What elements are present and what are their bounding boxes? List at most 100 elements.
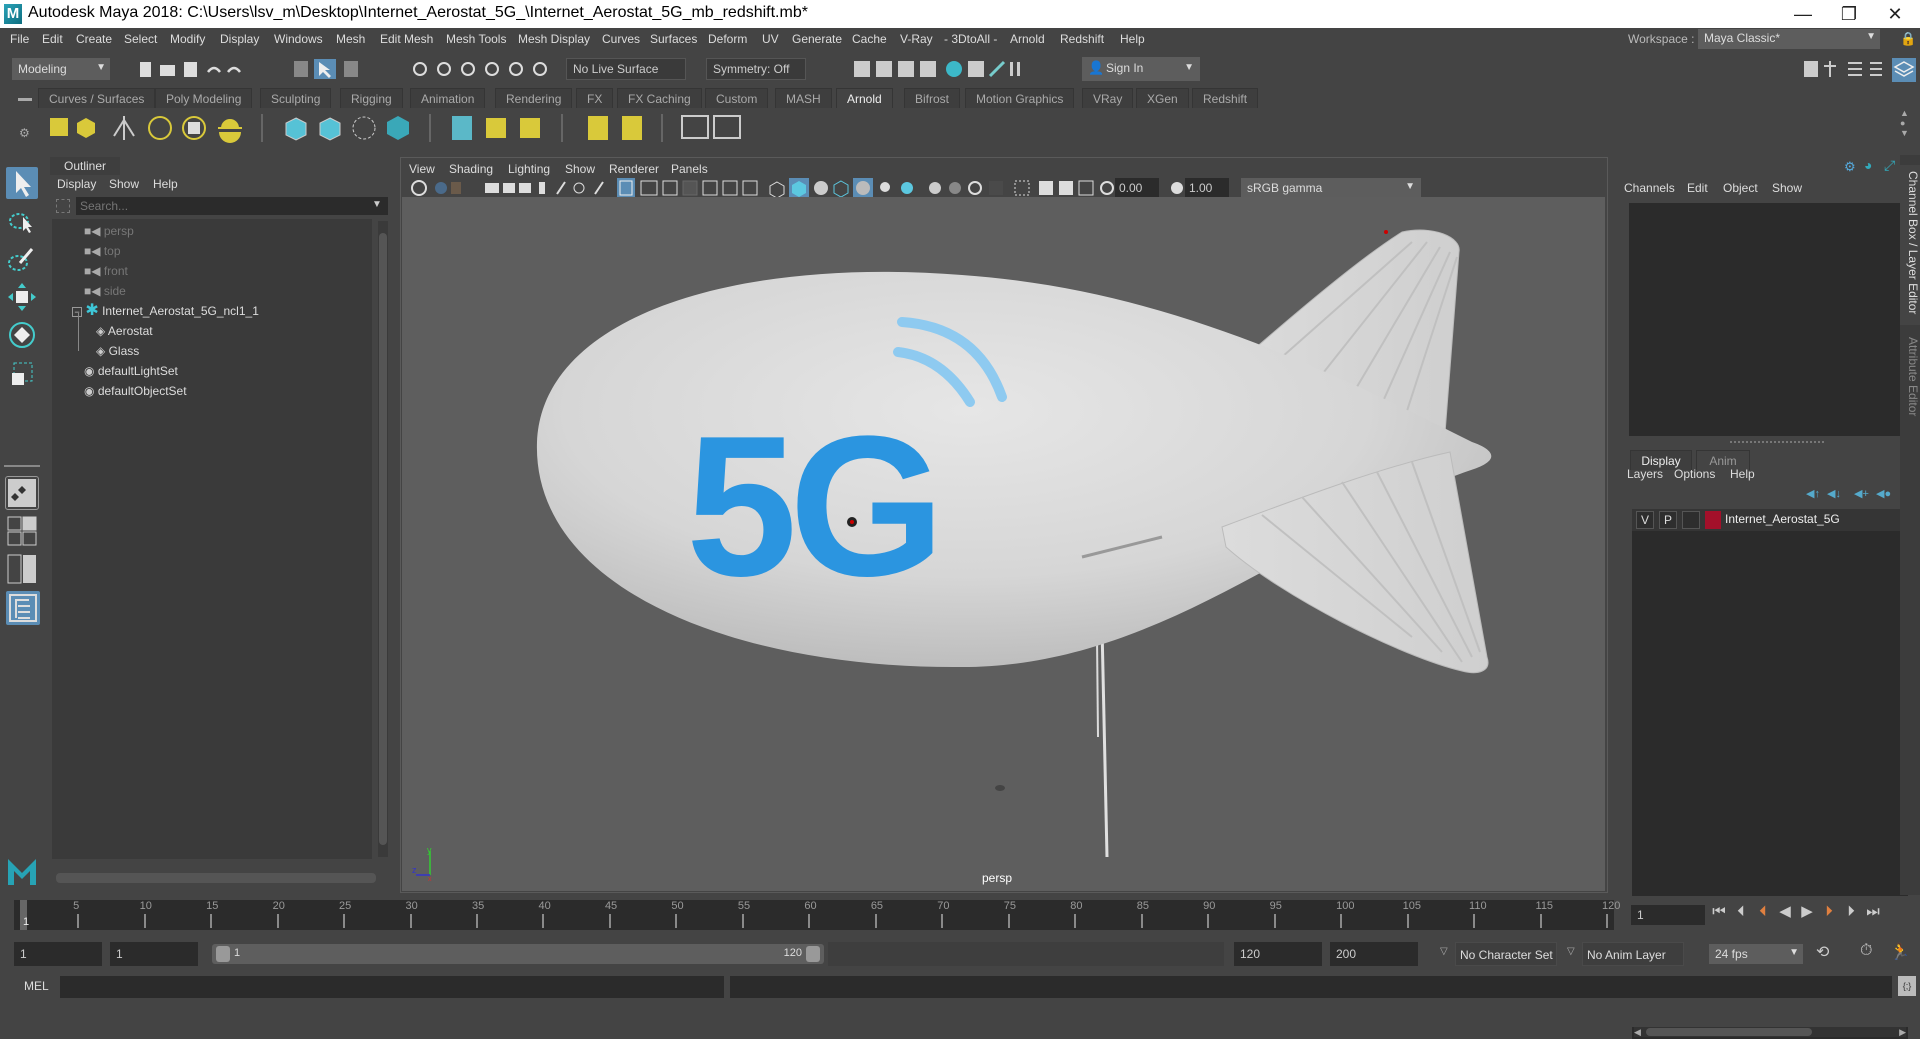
- menu-mesh[interactable]: Mesh: [336, 32, 365, 46]
- viewport-menu-panels[interactable]: Panels: [671, 162, 708, 176]
- move-layer-up-icon[interactable]: ◀↑: [1806, 487, 1820, 500]
- menuset-dropdown[interactable]: Modeling ▼: [12, 58, 110, 80]
- new-layer-icon[interactable]: ◀+: [1854, 487, 1869, 500]
- select-tool[interactable]: [6, 167, 38, 199]
- gamma-field[interactable]: 1.00: [1185, 178, 1229, 198]
- shelf-settings-gear-icon[interactable]: ⚙: [19, 126, 30, 140]
- shelf-tab-arnold[interactable]: Arnold: [836, 88, 893, 108]
- render-icons[interactable]: [852, 58, 1032, 80]
- viewport-toolbar-icons[interactable]: [407, 178, 1237, 198]
- layer-menu-help[interactable]: Help: [1730, 467, 1755, 481]
- mel-command-input[interactable]: [60, 976, 724, 998]
- list-item[interactable]: ◈ Glass: [96, 341, 139, 361]
- anim-layer-dropdown[interactable]: No Anim Layer: [1582, 942, 1684, 966]
- list-item[interactable]: − ✱ Internet_Aerostat_5G_ncl1_1: [72, 301, 259, 321]
- symmetry-dropdown[interactable]: Symmetry: Off: [706, 58, 806, 80]
- channel-menu-channels[interactable]: Channels: [1624, 181, 1675, 195]
- viewport-menu-show[interactable]: Show: [565, 162, 595, 176]
- fps-dropdown[interactable]: 24 fps ▼: [1709, 944, 1803, 964]
- step-forward-frame-icon[interactable]: ⏵: [1842, 903, 1860, 921]
- channel-menu-object[interactable]: Object: [1723, 181, 1758, 195]
- layer-color-swatch[interactable]: [1705, 511, 1721, 529]
- character-set-dropdown[interactable]: No Character Set: [1455, 942, 1557, 966]
- snap-icons[interactable]: [410, 58, 560, 80]
- play-forwards-icon[interactable]: ▶: [1798, 903, 1816, 921]
- layer-menu-layers[interactable]: Layers: [1627, 467, 1663, 481]
- menu-deform[interactable]: Deform: [708, 32, 747, 46]
- list-item[interactable]: ◉ defaultObjectSet: [84, 381, 187, 401]
- menu-curves[interactable]: Curves: [602, 32, 640, 46]
- animation-preferences-icon[interactable]: 🏃: [1890, 942, 1910, 962]
- step-back-frame-icon[interactable]: ⏴: [1732, 903, 1750, 921]
- single-perspective-layout-button[interactable]: [5, 476, 39, 510]
- script-editor-icon[interactable]: {;}: [1898, 976, 1916, 996]
- menu-uv[interactable]: UV: [762, 32, 779, 46]
- shelf-tab-motion-graphics[interactable]: Motion Graphics: [965, 88, 1075, 108]
- shelf-scroll-icon[interactable]: ▲ ● ▼: [1900, 108, 1909, 138]
- current-frame-field[interactable]: 1: [1631, 905, 1705, 925]
- menu-windows[interactable]: Windows: [274, 32, 323, 46]
- panel-toggle-icons[interactable]: [1800, 58, 1920, 82]
- search-options-chevron-icon[interactable]: ▼: [372, 199, 382, 210]
- menu-select[interactable]: Select: [124, 32, 157, 46]
- shelf-tab-xgen[interactable]: XGen: [1136, 88, 1189, 108]
- menu-redshift[interactable]: Redshift: [1060, 32, 1104, 46]
- list-item[interactable]: ■◀ persp: [84, 221, 134, 241]
- paint-select-tool[interactable]: [6, 243, 38, 275]
- outliner-layout-button[interactable]: [6, 591, 40, 625]
- playback-start-field[interactable]: 1: [110, 942, 198, 966]
- menu-mesh-tools[interactable]: Mesh Tools: [446, 32, 506, 46]
- mel-label[interactable]: MEL: [24, 979, 49, 993]
- channel-box-hyper-icon[interactable]: ⤢: [1884, 157, 1895, 174]
- shelf-tab-bifrost[interactable]: Bifrost: [904, 88, 961, 108]
- outliner-menu-show[interactable]: Show: [109, 177, 139, 191]
- auto-key-icon[interactable]: ⏱: [1860, 942, 1872, 960]
- rotate-tool[interactable]: [6, 319, 38, 351]
- channel-menu-show[interactable]: Show: [1772, 181, 1802, 195]
- outliner-search-input[interactable]: [76, 197, 388, 215]
- layer-name[interactable]: Internet_Aerostat_5G: [1725, 512, 1840, 526]
- scroll-left-icon[interactable]: ◀: [1634, 1027, 1641, 1038]
- shelf-tab-custom[interactable]: Custom: [705, 88, 769, 108]
- layer-visibility-toggle[interactable]: V: [1636, 511, 1654, 529]
- collapse-icon[interactable]: −: [72, 307, 82, 317]
- menu-edit-mesh[interactable]: Edit Mesh: [380, 32, 433, 46]
- list-item[interactable]: ■◀ top: [84, 241, 121, 261]
- list-item[interactable]: ◈ Aerostat: [96, 321, 153, 341]
- menu-create[interactable]: Create: [76, 32, 112, 46]
- loop-icon[interactable]: ⟲: [1816, 942, 1829, 962]
- layer-playback-toggle[interactable]: P: [1659, 511, 1677, 529]
- shelf-tab-poly-modeling[interactable]: Poly Modeling: [155, 88, 253, 108]
- shelf-tab-fx[interactable]: FX: [576, 88, 614, 108]
- tab-channel-box-layer-editor[interactable]: Channel Box / Layer Editor: [1900, 165, 1920, 325]
- go-to-start-icon[interactable]: ⏮: [1710, 903, 1728, 921]
- lasso-tool[interactable]: [6, 205, 38, 237]
- viewport-menu-renderer[interactable]: Renderer: [609, 162, 659, 176]
- shelf-tab-animation[interactable]: Animation: [410, 88, 486, 108]
- channel-box-manip-icon[interactable]: ⚙: [1844, 159, 1856, 175]
- exposure-field[interactable]: 0.00: [1115, 178, 1159, 198]
- menu-cache[interactable]: Cache: [852, 32, 887, 46]
- menu-file[interactable]: File: [10, 32, 29, 46]
- channel-menu-edit[interactable]: Edit: [1687, 181, 1708, 195]
- viewport-menu-shading[interactable]: Shading: [449, 162, 493, 176]
- playback-end-field[interactable]: 120: [1234, 942, 1322, 966]
- list-item[interactable]: ◉ defaultLightSet: [84, 361, 178, 381]
- layer-row[interactable]: V P Internet_Aerostat_5G: [1632, 509, 1908, 531]
- animation-start-field[interactable]: 1: [14, 942, 102, 966]
- animation-end-field[interactable]: 200: [1330, 942, 1418, 966]
- menu-arnold[interactable]: Arnold: [1010, 32, 1045, 46]
- shelf-tab-redshift[interactable]: Redshift: [1192, 88, 1259, 108]
- four-view-layout-button[interactable]: [6, 515, 38, 547]
- two-view-layout-button[interactable]: [6, 553, 38, 585]
- outliner-vertical-scrollbar[interactable]: [378, 221, 388, 857]
- scrollbar-thumb[interactable]: [379, 233, 387, 845]
- close-button[interactable]: ✕: [1872, 0, 1918, 28]
- sign-in-button[interactable]: 👤 Sign In ▼: [1082, 57, 1200, 81]
- range-slider[interactable]: 1 120: [212, 944, 824, 964]
- outliner-tab[interactable]: Outliner: [50, 157, 120, 175]
- menu-modify[interactable]: Modify: [170, 32, 205, 46]
- anim-layer-chevron-icon[interactable]: ▽: [1567, 946, 1575, 957]
- scrollbar-thumb[interactable]: [1646, 1028, 1812, 1036]
- shelf-menu-icon[interactable]: [18, 98, 32, 101]
